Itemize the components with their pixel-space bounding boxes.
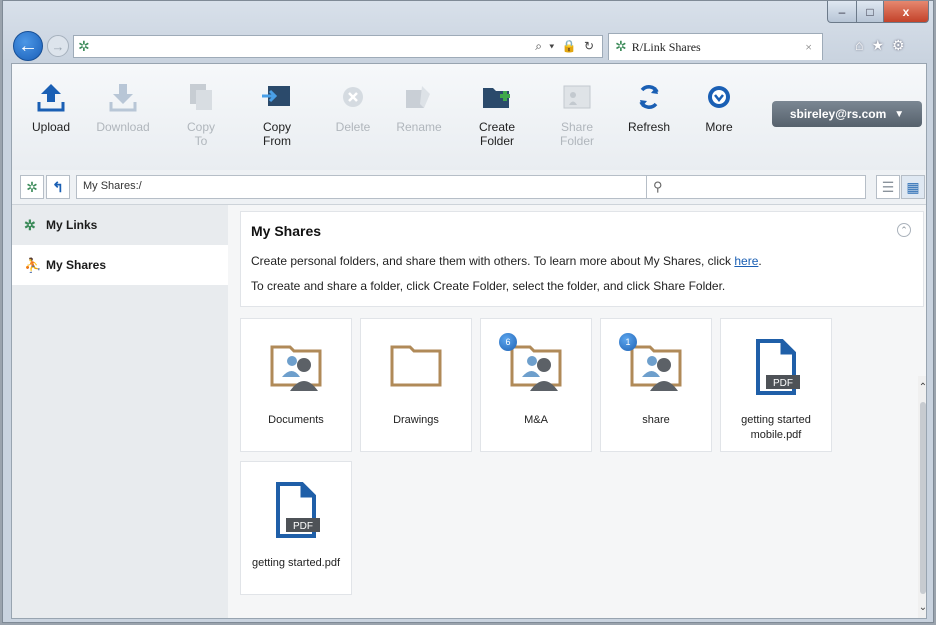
upload-icon	[31, 74, 71, 120]
path-field[interactable]: My Shares:/	[76, 175, 666, 199]
copy-from-icon	[257, 74, 297, 120]
back-button[interactable]: ←	[13, 31, 43, 61]
user-name: sbireley@rs.com	[789, 107, 887, 121]
tile-label: getting started mobile.pdf	[741, 414, 811, 441]
tile-label: share	[642, 414, 670, 426]
toolbar-button-label: Share Folder	[559, 120, 594, 148]
toolbar-button-label: Download	[96, 120, 150, 134]
share-count-badge: 1	[619, 333, 637, 351]
share-folder-button[interactable]: Share Folder	[538, 74, 616, 168]
info-panel: My Shares ⌃ Create personal folders, and…	[240, 211, 924, 307]
sidebar-item-label: My Shares	[46, 258, 107, 272]
minimize-button[interactable]: –	[827, 1, 857, 23]
download-icon	[103, 74, 143, 120]
scroll-down-icon[interactable]: ⌄	[918, 602, 926, 613]
page-title: My Shares	[251, 223, 322, 239]
rename-icon	[399, 74, 439, 120]
maximize-button[interactable]: □	[856, 1, 884, 23]
path-bar: ✲ ↰ My Shares:/ ⚲ ☰ ▦	[12, 170, 926, 205]
copy-from-button[interactable]: Copy From	[238, 74, 316, 168]
tab-title: R/Link Shares	[631, 39, 701, 54]
toolbar-button-label: Create Folder	[478, 120, 516, 148]
app-viewport: Upload Download Copy To Copy From Delete Rena…	[11, 63, 927, 619]
shared-folder-icon	[601, 337, 711, 399]
toolbar-button-label: Rename	[396, 120, 442, 134]
tab-favicon-icon: ✲	[615, 39, 627, 55]
back-up-icon[interactable]: ↰	[46, 175, 70, 199]
close-window-button[interactable]: x	[883, 1, 929, 23]
address-tools[interactable]: ⌕ ▾ 🔒 ↻	[535, 39, 596, 54]
shared-folder-icon	[481, 337, 591, 399]
toolbar-button-label: More	[705, 120, 733, 134]
shares-icon: ⛹	[24, 256, 42, 273]
sidebar-item-label: My Links	[46, 218, 98, 232]
rename-button[interactable]: Rename	[380, 74, 458, 168]
more-icon	[699, 74, 739, 120]
collapse-icon[interactable]: ⌃	[897, 223, 911, 237]
list-view-icon[interactable]: ☰	[876, 175, 900, 199]
search-icon: ⚲	[653, 179, 663, 194]
site-favicon-icon: ✲	[78, 38, 90, 54]
address-bar[interactable]: ✲ ⌕ ▾ 🔒 ↻	[73, 35, 603, 58]
sidebar-item-my-links[interactable]: ✲ My Links	[12, 205, 228, 245]
svg-text:PDF: PDF	[773, 378, 793, 389]
here-link[interactable]: here	[734, 254, 758, 268]
folder-tile[interactable]: Drawings	[360, 318, 472, 452]
shared-folder-icon	[241, 337, 351, 399]
scroll-up-icon[interactable]: ⌃	[918, 382, 926, 393]
browser-window: – □ x ← → ✲ ⌕ ▾ 🔒 ↻ ✲ R/Link Shares × ⌂★…	[2, 0, 934, 623]
info-text-line-1: Create personal folders, and share them …	[251, 254, 762, 268]
tile-label: Documents	[268, 414, 324, 426]
create-folder-button[interactable]: Create Folder	[458, 74, 536, 168]
forward-button[interactable]: →	[47, 35, 69, 57]
file-tile[interactable]: PDF getting started mobile.pdf	[720, 318, 832, 452]
browser-titlebar: – □ x ← → ✲ ⌕ ▾ 🔒 ↻ ✲ R/Link Shares × ⌂★…	[3, 1, 933, 63]
folder-tile[interactable]: Documents	[240, 318, 352, 452]
info-text-end: .	[758, 254, 762, 268]
links-icon: ✲	[24, 216, 36, 233]
tile-label: M&A	[524, 414, 548, 426]
download-button[interactable]: Download	[84, 74, 162, 168]
delete-icon	[333, 74, 373, 120]
folder-icon	[361, 337, 471, 399]
copy-to-icon	[181, 74, 221, 120]
info-text: Create personal folders, and share them …	[251, 254, 735, 268]
sidebar: ✲ My Links ⛹ My Shares	[12, 205, 229, 618]
pdf-file-icon: PDF	[721, 337, 831, 399]
toolbar-button-label: Upload	[31, 120, 71, 134]
create-folder-icon	[477, 74, 517, 120]
user-menu-button[interactable]: sbireley@rs.com ▼	[772, 101, 922, 127]
svg-text:PDF: PDF	[293, 521, 313, 532]
info-text-line-2: To create and share a folder, click Crea…	[251, 279, 726, 293]
browser-tab[interactable]: ✲ R/Link Shares ×	[608, 33, 823, 60]
grid-view-icon[interactable]: ▦	[901, 175, 925, 199]
scroll-thumb[interactable]	[920, 402, 926, 594]
share-count-badge: 6	[499, 333, 517, 351]
chevron-down-icon: ▼	[894, 108, 905, 120]
toolbar-button-label: Copy To	[186, 120, 215, 148]
folder-tile[interactable]: 1 share	[600, 318, 712, 452]
file-tile[interactable]: PDF getting started.pdf	[240, 461, 352, 595]
search-input[interactable]: ⚲	[646, 175, 866, 199]
more-button[interactable]: More	[680, 74, 758, 168]
toolbar-button-label: Refresh	[627, 120, 671, 134]
tile-label: getting started.pdf	[251, 557, 341, 569]
home-links-icon[interactable]: ✲	[20, 175, 44, 199]
toolbar: Upload Download Copy To Copy From Delete Rena…	[12, 64, 926, 171]
tab-close-icon[interactable]: ×	[805, 40, 812, 55]
tile-label: Drawings	[393, 414, 439, 426]
refresh-icon	[629, 74, 669, 120]
copy-to-button[interactable]: Copy To	[162, 74, 240, 168]
upload-button[interactable]: Upload	[12, 74, 90, 168]
share-folder-icon	[557, 74, 597, 120]
browser-tools[interactable]: ⌂★⚙	[855, 37, 913, 54]
folder-tile[interactable]: 6 M&A	[480, 318, 592, 452]
toolbar-button-label: Delete	[335, 120, 371, 134]
refresh-button[interactable]: Refresh	[610, 74, 688, 168]
pdf-file-icon: PDF	[241, 480, 351, 542]
sidebar-item-my-shares[interactable]: ⛹ My Shares	[12, 245, 228, 285]
main-content: My Shares ⌃ Create personal folders, and…	[228, 205, 926, 618]
toolbar-button-label: Copy From	[262, 120, 291, 148]
